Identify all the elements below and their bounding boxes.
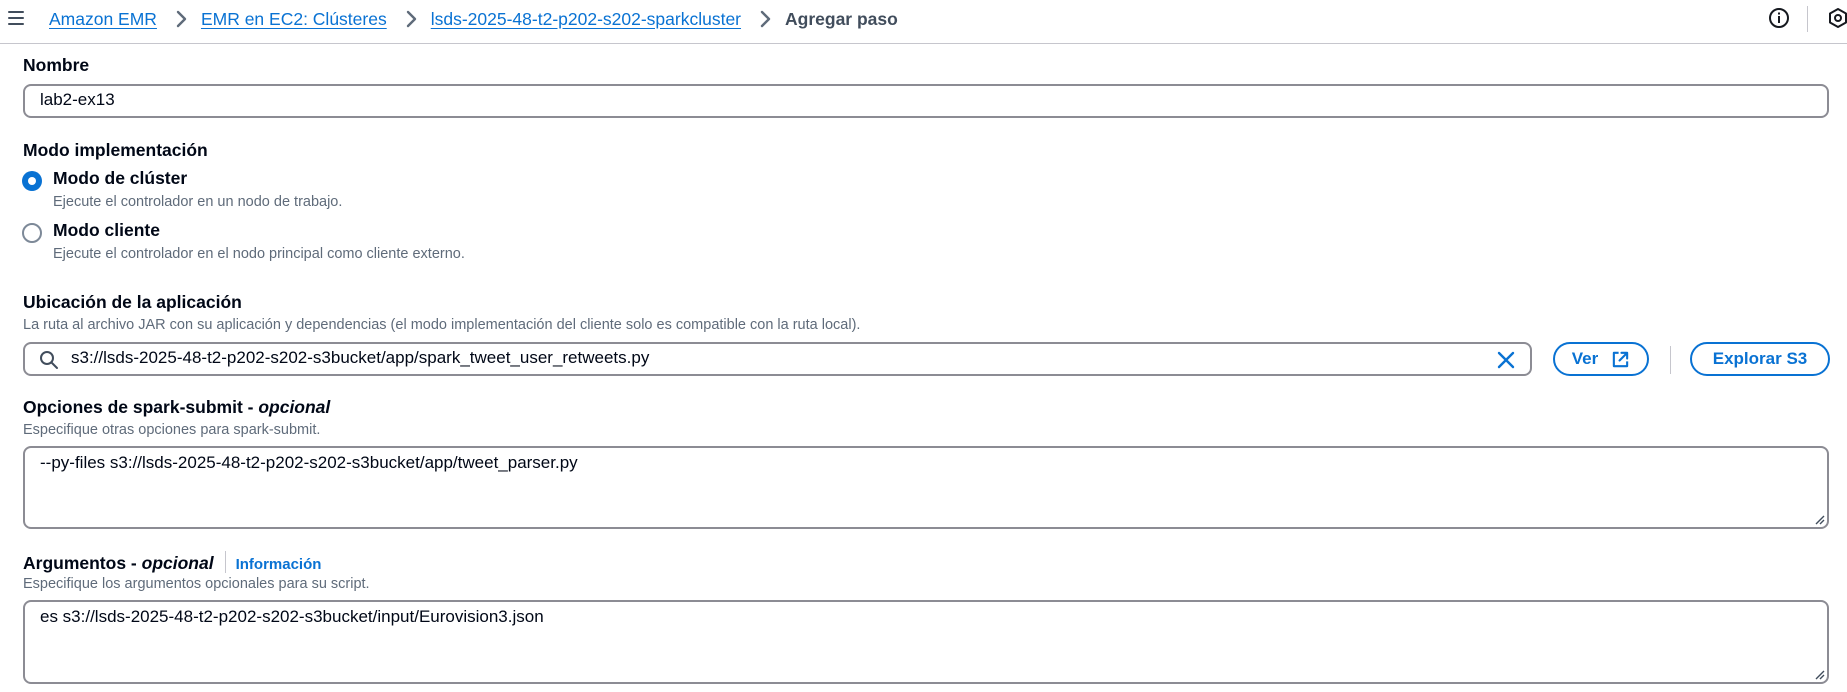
name-input[interactable]: lab2-ex13 bbox=[23, 84, 1829, 118]
radio-cluster-mode-label[interactable]: Modo de clúster bbox=[53, 168, 187, 189]
app-location-input[interactable]: s3://lsds-2025-48-t2-p202-s202-s3bucket/… bbox=[23, 342, 1532, 376]
info-icon[interactable] bbox=[1768, 7, 1790, 29]
info-divider bbox=[224, 551, 226, 573]
browse-s3-button[interactable]: Explorar S3 bbox=[1690, 342, 1830, 376]
menu-icon[interactable] bbox=[6, 8, 26, 28]
arguments-textarea[interactable]: es s3://lsds-2025-48-t2-p202-s202-s3buck… bbox=[23, 600, 1829, 684]
search-icon bbox=[40, 351, 58, 369]
breadcrumb-cluster[interactable]: lsds-2025-48-t2-p202-s202-sparkcluster bbox=[431, 9, 741, 30]
chevron-right-icon bbox=[760, 10, 771, 28]
breadcrumb-amazon-emr[interactable]: Amazon EMR bbox=[49, 9, 157, 30]
chevron-right-icon bbox=[176, 10, 187, 28]
button-divider bbox=[1670, 346, 1671, 374]
breadcrumb-clusters[interactable]: EMR en EC2: Clústeres bbox=[201, 9, 387, 30]
radio-client-mode[interactable] bbox=[22, 223, 42, 243]
arguments-label: Argumentos - opcional Información bbox=[23, 551, 321, 574]
breadcrumb: Amazon EMR EMR en EC2: Clústeres lsds-20… bbox=[49, 7, 898, 31]
spark-options-label: Opciones de spark-submit - opcional bbox=[23, 397, 330, 418]
deploy-mode-label: Modo implementación bbox=[23, 140, 208, 160]
name-label: Nombre bbox=[23, 55, 90, 75]
spark-options-description: Especifique otras opciones para spark-su… bbox=[23, 422, 321, 438]
radio-client-mode-description: Ejecute el controlador en el nodo princi… bbox=[53, 246, 465, 262]
arguments-label-text: Argumentos - bbox=[23, 553, 142, 573]
resize-handle-icon[interactable] bbox=[1813, 668, 1825, 680]
arguments-optional: opcional bbox=[141, 553, 214, 573]
app-location-label: Ubicación de la aplicación bbox=[23, 292, 242, 312]
chevron-right-icon bbox=[406, 10, 416, 28]
spark-options-label-text: Opciones de spark-submit - bbox=[23, 397, 259, 417]
view-button[interactable]: Ver bbox=[1553, 342, 1649, 376]
app-location-description: La ruta al archivo JAR con su aplicación… bbox=[23, 317, 861, 333]
arguments-description: Especifique los argumentos opcionales pa… bbox=[23, 576, 370, 592]
clear-icon[interactable] bbox=[1496, 350, 1516, 370]
notifications-icon[interactable] bbox=[1827, 7, 1847, 29]
toolbar-divider bbox=[1807, 6, 1808, 32]
radio-cluster-mode[interactable] bbox=[22, 171, 42, 191]
resize-handle-icon[interactable] bbox=[1813, 513, 1825, 525]
app-location-value: s3://lsds-2025-48-t2-p202-s202-s3bucket/… bbox=[71, 348, 650, 367]
top-navigation-bar: Amazon EMR EMR en EC2: Clústeres lsds-20… bbox=[0, 0, 1847, 44]
spark-options-value: --py-files s3://lsds-2025-48-t2-p202-s20… bbox=[40, 453, 578, 472]
external-link-icon bbox=[1613, 351, 1629, 367]
radio-client-mode-label[interactable]: Modo cliente bbox=[53, 220, 160, 241]
breadcrumb-current: Agregar paso bbox=[785, 8, 898, 29]
name-input-value: lab2-ex13 bbox=[40, 90, 115, 109]
arguments-value: es s3://lsds-2025-48-t2-p202-s202-s3buck… bbox=[40, 607, 544, 626]
view-button-label: Ver bbox=[1571, 349, 1599, 368]
spark-options-optional: opcional bbox=[258, 397, 331, 417]
info-link[interactable]: Información bbox=[236, 556, 322, 573]
spark-options-textarea[interactable]: --py-files s3://lsds-2025-48-t2-p202-s20… bbox=[23, 446, 1829, 529]
radio-cluster-mode-description: Ejecute el controlador en un nodo de tra… bbox=[53, 194, 343, 210]
